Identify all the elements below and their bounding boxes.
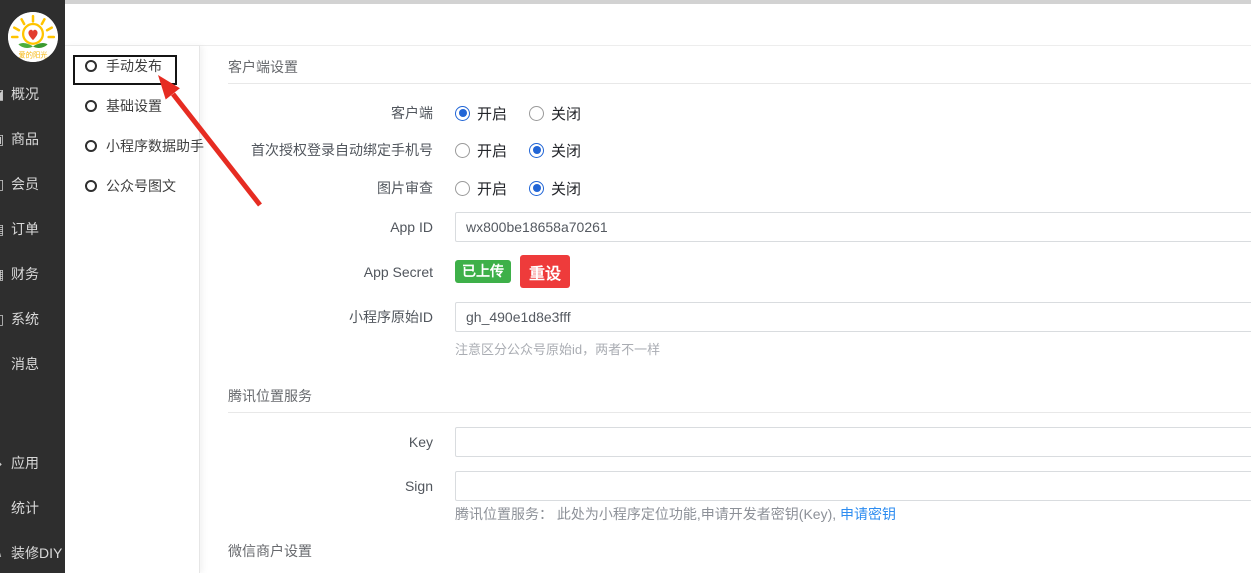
radio-label[interactable]: 关闭 <box>551 103 581 124</box>
radio-label[interactable]: 关闭 <box>551 178 581 199</box>
goods-icon: ▣ <box>0 117 7 162</box>
sidebar-item-label: 财务 <box>11 266 39 282</box>
sidebar-item-diy[interactable]: ✎装修DIY <box>0 531 65 573</box>
location-key-input[interactable] <box>455 427 1251 457</box>
original-id-input[interactable] <box>455 302 1251 332</box>
submenu-item-label: 基础设置 <box>106 96 162 116</box>
apps-icon: ◆ <box>0 441 7 486</box>
sidebar-item-stats[interactable]: ▮统计 <box>0 486 65 531</box>
form-row-original-id: 小程序原始ID <box>228 301 1251 333</box>
sidebar-nav: ◪概况 ▣商品 ◫会员 ▤订单 ▦财务 ◧系统 ●消息 ◆应用 ▮统计 ✎装修D… <box>0 72 65 573</box>
location-sign-input[interactable] <box>455 471 1251 501</box>
sidebar-item-label: 概况 <box>11 86 39 102</box>
sidebar-item-messages[interactable]: ●消息 <box>0 342 65 387</box>
section-divider <box>228 412 1251 413</box>
sidebar-item-overview[interactable]: ◪概况 <box>0 72 65 117</box>
section-title-tencent-location: 腾讯位置服务 <box>228 386 1251 406</box>
form-row-sign: Sign <box>228 471 1251 501</box>
sidebar-item-system[interactable]: ◧系统 <box>0 297 65 342</box>
submenu-item-label: 手动发布 <box>106 56 162 76</box>
sidebar-item-label: 会员 <box>11 176 39 192</box>
section-divider <box>228 83 1251 84</box>
field-label: 小程序原始ID <box>228 307 433 327</box>
radio-image-review-off[interactable] <box>529 181 544 196</box>
submenu-item-label: 小程序数据助手 <box>106 136 204 156</box>
radio-group-image-review: 开启 关闭 <box>455 178 581 199</box>
apply-key-link[interactable]: 申请密钥 <box>840 506 896 522</box>
settings-form: 客户端设置 客户端 开启 关闭 首次授权登录自动绑定手机号 开启 关闭 <box>200 46 1251 573</box>
form-row-bind-phone: 首次授权登录自动绑定手机号 开启 关闭 <box>228 135 1251 165</box>
diy-icon: ✎ <box>0 531 7 573</box>
field-label: 客户端 <box>228 103 433 123</box>
sidebar-item-orders[interactable]: ▤订单 <box>0 207 65 252</box>
settings-submenu: 手动发布 基础设置 小程序数据助手 公众号图文 <box>65 46 200 573</box>
main-sidebar: 爱的阳光 ◪概况 ▣商品 ◫会员 ▤订单 ▦财务 ◧系统 ●消息 ◆应用 ▮统计… <box>0 0 65 573</box>
reset-secret-button[interactable]: 重设 <box>520 255 570 288</box>
sidebar-item-label: 订单 <box>11 221 39 237</box>
app-logo[interactable]: 爱的阳光 <box>8 12 58 62</box>
circle-icon <box>85 100 97 112</box>
member-icon: ◫ <box>0 162 7 207</box>
sidebar-item-apps[interactable]: ◆应用 <box>0 441 65 486</box>
admin-page: 爱的阳光 ◪概况 ▣商品 ◫会员 ▤订单 ▦财务 ◧系统 ●消息 ◆应用 ▮统计… <box>0 0 1251 573</box>
radio-group-bind-phone: 开启 关闭 <box>455 140 581 161</box>
radio-label[interactable]: 关闭 <box>551 140 581 161</box>
radio-bind-phone-off[interactable] <box>529 143 544 158</box>
field-label: App Secret <box>228 264 433 280</box>
section-title-client-settings: 客户端设置 <box>228 57 1251 77</box>
radio-label[interactable]: 开启 <box>477 140 507 161</box>
radio-label[interactable]: 开启 <box>477 178 507 199</box>
submenu-item-official-account-articles[interactable]: 公众号图文 <box>65 173 199 199</box>
sidebar-item-label: 商品 <box>11 131 39 147</box>
uploaded-badge: 已上传 <box>455 260 511 283</box>
submenu-item-manual-publish[interactable]: 手动发布 <box>65 53 199 79</box>
form-row-app-secret: App Secret 已上传 重设 <box>228 255 1251 288</box>
field-label: 图片审查 <box>228 178 433 198</box>
app-id-input[interactable] <box>455 212 1251 242</box>
field-label: 首次授权登录自动绑定手机号 <box>228 140 433 160</box>
submenu-item-miniprogram-data-assistant[interactable]: 小程序数据助手 <box>65 133 199 159</box>
form-row-image-review: 图片审查 开启 关闭 <box>228 173 1251 203</box>
message-icon: ● <box>0 342 7 387</box>
form-row-client: 客户端 开启 关闭 <box>228 98 1251 128</box>
sidebar-item-label: 统计 <box>11 500 39 516</box>
sidebar-item-label: 系统 <box>11 311 39 327</box>
radio-bind-phone-on[interactable] <box>455 143 470 158</box>
form-row-key: Key <box>228 427 1251 457</box>
circle-icon <box>85 60 97 72</box>
logo-text: 爱的阳光 <box>18 50 47 59</box>
dashboard-icon: ◪ <box>0 72 7 117</box>
submenu-item-label: 公众号图文 <box>106 176 176 196</box>
finance-icon: ▦ <box>0 252 7 297</box>
topbar <box>65 0 1251 46</box>
form-row-sign-help: 腾讯位置服务： 此处为小程序定位功能,申请开发者密钥(Key), 申请密钥 <box>228 504 1251 524</box>
system-icon: ◧ <box>0 297 7 342</box>
circle-icon <box>85 140 97 152</box>
original-id-help-text: 注意区分公众号原始id，两者不一样 <box>455 339 660 358</box>
radio-client-off[interactable] <box>529 106 544 121</box>
form-row-app-id: App ID <box>228 211 1251 243</box>
submenu-item-basic-settings[interactable]: 基础设置 <box>65 93 199 119</box>
sidebar-item-label: 应用 <box>11 455 39 471</box>
field-label: Key <box>228 434 433 450</box>
field-label: Sign <box>228 478 433 494</box>
radio-group-client: 开启 关闭 <box>455 103 581 124</box>
sidebar-item-members[interactable]: ◫会员 <box>0 162 65 207</box>
radio-client-on[interactable] <box>455 106 470 121</box>
sidebar-item-goods[interactable]: ▣商品 <box>0 117 65 162</box>
sidebar-item-label: 装修DIY <box>11 545 62 561</box>
circle-icon <box>85 180 97 192</box>
radio-label[interactable]: 开启 <box>477 103 507 124</box>
radio-image-review-on[interactable] <box>455 181 470 196</box>
field-label: App ID <box>228 219 433 235</box>
sign-help-text: 腾讯位置服务： 此处为小程序定位功能,申请开发者密钥(Key), <box>455 506 840 522</box>
stats-icon: ▮ <box>0 486 7 531</box>
sunshine-heart-logo-icon: 爱的阳光 <box>8 12 58 62</box>
sidebar-item-label: 消息 <box>11 356 39 372</box>
sidebar-item-finance[interactable]: ▦财务 <box>0 252 65 297</box>
order-icon: ▤ <box>0 207 7 252</box>
form-row-original-id-help: 注意区分公众号原始id，两者不一样 <box>228 339 1251 359</box>
section-title-wechat-merchant: 微信商户设置 <box>228 541 1251 561</box>
